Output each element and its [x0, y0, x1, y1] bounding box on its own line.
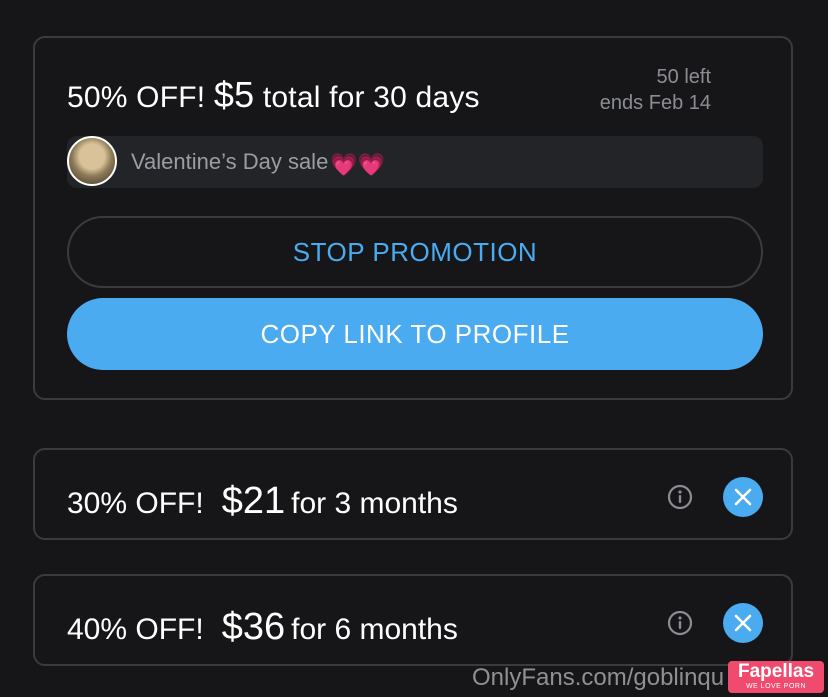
promo-duration: total for 30 days [262, 81, 480, 114]
promo-message: Valentine’s Day sale💗💗 [131, 149, 385, 178]
info-icon[interactable] [667, 484, 693, 510]
offer-discount: 30% OFF! [67, 487, 204, 520]
close-icon [734, 614, 752, 632]
heart-emoji-icon: 💗💗 [330, 152, 386, 177]
avatar [67, 136, 117, 186]
promo-title: 50% OFF! $5 total for 30 days [67, 74, 480, 116]
promo-message-row: Valentine’s Day sale💗💗 [67, 136, 763, 188]
promo-discount: 50% OFF! [67, 81, 206, 114]
offer-price: $21 [221, 480, 286, 522]
remove-offer-button[interactable] [723, 603, 763, 643]
promo-price: $5 [213, 74, 255, 115]
offer-duration: for 3 months [291, 487, 458, 520]
promo-remaining: 50 left [656, 66, 711, 88]
offer-text: 30% OFF! $21 for 3 months [67, 480, 458, 523]
watermark-logo-name: Fapellas [737, 661, 815, 682]
page: 50% OFF! $5 total for 30 days 50 left en… [0, 0, 828, 697]
offer-card: 40% OFF! $36 for 6 months [33, 574, 793, 666]
close-icon [734, 488, 752, 506]
offer-card: 30% OFF! $21 for 3 months [33, 448, 793, 540]
offer-duration: for 6 months [291, 613, 458, 646]
remove-offer-button[interactable] [723, 477, 763, 517]
copy-link-button[interactable]: COPY LINK TO PROFILE [67, 298, 763, 370]
offer-text: 40% OFF! $36 for 6 months [67, 606, 458, 649]
info-icon[interactable] [667, 610, 693, 636]
offer-price: $36 [221, 606, 286, 648]
active-promotion-card: 50% OFF! $5 total for 30 days 50 left en… [33, 36, 793, 400]
promo-end-date: ends Feb 14 [599, 92, 711, 114]
watermark-url: OnlyFans.com/goblinqu [472, 664, 725, 691]
stop-promotion-button[interactable]: STOP PROMOTION [67, 216, 763, 288]
promo-message-text: Valentine’s Day sale [131, 149, 329, 174]
watermark-logo-tagline: WE LOVE PORN [745, 683, 807, 690]
offer-discount: 40% OFF! [67, 613, 204, 646]
watermark-logo: Fapellas WE LOVE PORN [728, 661, 824, 693]
promo-meta: 50 left ends Feb 14 [600, 64, 711, 116]
